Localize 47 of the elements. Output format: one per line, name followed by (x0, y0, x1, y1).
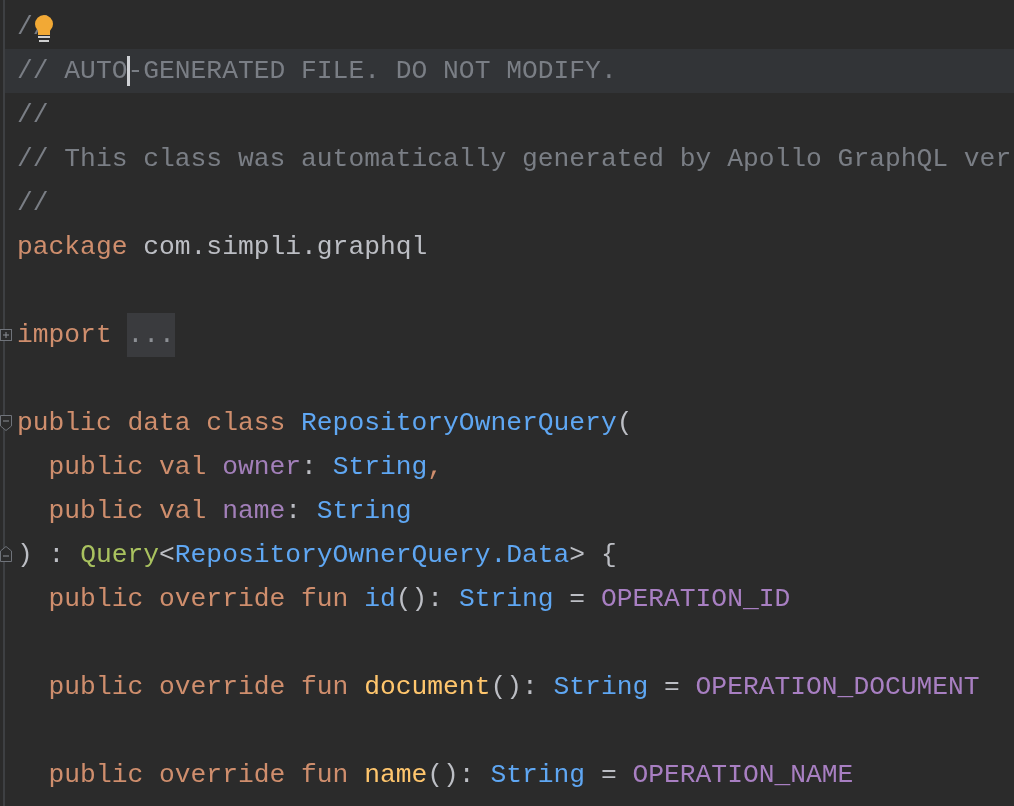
folded-code[interactable]: ... (127, 313, 175, 357)
code-comment: // This class was automatically generated by Apollo GraphQL ver (17, 143, 1012, 176)
code-comment: // (17, 99, 49, 132)
code-comment: // (17, 187, 49, 220)
code-keyword: , (427, 451, 444, 484)
code-keyword: package (17, 231, 129, 264)
code-constant: OPERATION_NAME (632, 759, 854, 792)
code-text: : (301, 451, 318, 484)
code-text: = (568, 583, 587, 616)
code-comment: // AUTO (17, 55, 128, 88)
code-text: < (159, 539, 175, 572)
code-type: id (364, 583, 396, 616)
code-type: String (458, 583, 554, 616)
code-text: = (663, 671, 681, 704)
code-text: = (599, 759, 618, 792)
code-text: ) : (17, 539, 66, 572)
code-text: com.simpli.graphql (143, 231, 428, 264)
code-type: RepositoryOwnerQuery.Data (174, 539, 570, 572)
code-type: String (553, 671, 649, 704)
code-keyword: public val (47, 451, 208, 484)
code-text: (): (490, 671, 539, 704)
code-parameter: name (222, 495, 286, 528)
code-keyword: import (17, 319, 113, 352)
code-interface: Query (80, 539, 160, 572)
code-text: ( (616, 407, 633, 440)
code-text: : (285, 495, 303, 528)
code-type: String (490, 759, 586, 792)
code-function: name (364, 759, 428, 792)
code-keyword: public override fun (47, 671, 350, 704)
code-text: > { (569, 539, 617, 572)
code-constant: OPERATION_DOCUMENT (695, 671, 980, 704)
code-type: RepositoryOwnerQuery (301, 407, 617, 440)
code-type: String (316, 495, 412, 528)
collapse-icon[interactable] (0, 415, 12, 431)
code-keyword: public data class (17, 407, 287, 440)
code-text: (): (427, 759, 476, 792)
code-function: document (364, 671, 491, 704)
code-constant: OPERATION_ID (600, 583, 791, 616)
code-parameter: owner (222, 451, 302, 484)
fold-end-icon[interactable] (0, 546, 12, 562)
code-editor[interactable] (0, 0, 1014, 806)
code-type: String (332, 451, 428, 484)
code-keyword: public val (47, 495, 208, 528)
expand-icon[interactable] (0, 329, 12, 341)
code-keyword: public override fun (47, 759, 350, 792)
code-keyword: public override fun (47, 583, 350, 616)
code-text: (): (395, 583, 445, 616)
